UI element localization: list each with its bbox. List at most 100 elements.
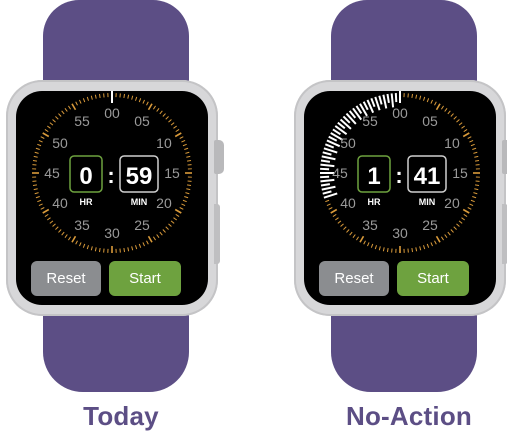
dial-tick — [346, 229, 350, 233]
dial-tick — [52, 223, 56, 227]
dial-tick — [474, 155, 479, 158]
watch-today: 00 05 10 15 20 25 30 35 40 45 50 55 0 HR : 59 MIN R… — [6, 0, 236, 434]
dial-tick — [64, 107, 68, 112]
start-button[interactable]: Start — [109, 261, 181, 296]
dial-tick — [175, 129, 180, 133]
dial-tick — [382, 247, 385, 252]
dial-tick — [382, 94, 388, 109]
side-button[interactable] — [502, 204, 507, 264]
dial-tick — [328, 207, 333, 210]
dial-number: 45 — [332, 165, 348, 181]
dial-tick — [458, 122, 463, 126]
dial-tick — [411, 247, 414, 253]
dial-tick — [131, 95, 134, 100]
dial-tick — [461, 125, 466, 129]
dial-tick — [182, 143, 187, 147]
dial-tick — [321, 185, 336, 191]
dial-tick — [52, 119, 56, 123]
digital-crown[interactable] — [502, 140, 507, 174]
dial-tick — [434, 101, 437, 106]
dial-tick — [470, 199, 475, 203]
dial-tick — [340, 223, 344, 227]
dial-tick — [456, 119, 460, 123]
dial-tick — [49, 122, 54, 126]
dial-tick — [135, 245, 138, 250]
minutes-value: 41 — [414, 163, 441, 190]
dial-tick — [165, 226, 169, 230]
dial-tick — [467, 136, 472, 139]
timer-dial[interactable]: 00 05 10 15 20 25 30 35 40 45 50 55 1 HR : 41 MIN — [304, 91, 496, 261]
dial-number: 55 — [74, 113, 90, 129]
dial-tick — [355, 105, 363, 114]
dial-tick — [453, 116, 457, 120]
dial-tick — [320, 183, 331, 187]
dial-tick — [127, 94, 130, 99]
dial-tick — [186, 159, 192, 162]
minutes-value: 59 — [126, 163, 153, 190]
dial-tick — [469, 140, 474, 143]
dial-tick — [146, 101, 149, 106]
dial-tick — [156, 234, 160, 239]
dial-tick — [37, 143, 42, 147]
dial-tick — [386, 247, 389, 253]
dial-tick — [184, 196, 189, 199]
dial-tick — [444, 107, 448, 112]
dial-tick — [173, 217, 178, 221]
dial-tick — [430, 99, 433, 104]
side-button[interactable] — [214, 204, 220, 264]
dial-tick — [463, 129, 468, 133]
reset-button[interactable]: Reset — [31, 261, 101, 296]
dial-tick — [463, 213, 468, 217]
dial-tick — [374, 245, 377, 250]
dial-tick — [55, 226, 59, 230]
dial-tick — [142, 242, 145, 247]
dial-tick — [435, 235, 441, 243]
dial-tick — [44, 129, 49, 133]
dial-tick — [61, 231, 65, 236]
watch-caption: Today — [83, 401, 159, 431]
dial-tick — [461, 217, 466, 221]
dial-tick — [462, 132, 470, 138]
dial-tick — [162, 113, 166, 117]
dial-tick — [450, 229, 454, 233]
dial-tick — [159, 110, 163, 115]
dial-tick — [444, 234, 448, 239]
dial-tick — [447, 231, 451, 236]
dial-tick — [142, 99, 145, 104]
dial-tick — [147, 103, 153, 111]
dial-tick — [174, 208, 182, 214]
dial-tick — [474, 188, 479, 191]
dial-tick — [430, 242, 433, 247]
dial-tick — [94, 247, 97, 252]
dial-number: 40 — [52, 195, 68, 211]
dial-tick — [469, 203, 474, 206]
dial-tick — [79, 99, 82, 104]
dial-tick — [123, 247, 126, 253]
dial-number: 50 — [340, 135, 356, 151]
dial-tick — [98, 247, 101, 253]
digital-crown[interactable] — [214, 140, 224, 174]
dial-tick — [49, 220, 54, 224]
dial-tick — [367, 242, 370, 247]
dial-tick — [86, 96, 89, 101]
dial-tick — [328, 135, 338, 142]
reset-button[interactable]: Reset — [319, 261, 389, 296]
dial-number: 35 — [74, 217, 90, 233]
dial-number: 20 — [444, 195, 460, 211]
dial-tick — [174, 132, 182, 138]
dial-tick — [179, 136, 184, 139]
dial-tick — [415, 94, 418, 99]
dial-tick — [423, 245, 426, 250]
dial-tick — [32, 159, 38, 162]
dial-tick — [32, 184, 38, 187]
dial-tick — [46, 217, 51, 221]
dial-tick — [325, 199, 330, 203]
dial-tick — [127, 247, 130, 252]
dial-tick — [324, 143, 335, 149]
start-button[interactable]: Start — [397, 261, 469, 296]
dial-tick — [440, 105, 444, 110]
timer-dial[interactable]: 00 05 10 15 20 25 30 35 40 45 50 55 0 HR : 59 MIN — [16, 91, 208, 261]
dial-tick — [426, 243, 430, 248]
dial-tick — [362, 101, 369, 111]
minutes-label: MIN — [131, 197, 148, 207]
